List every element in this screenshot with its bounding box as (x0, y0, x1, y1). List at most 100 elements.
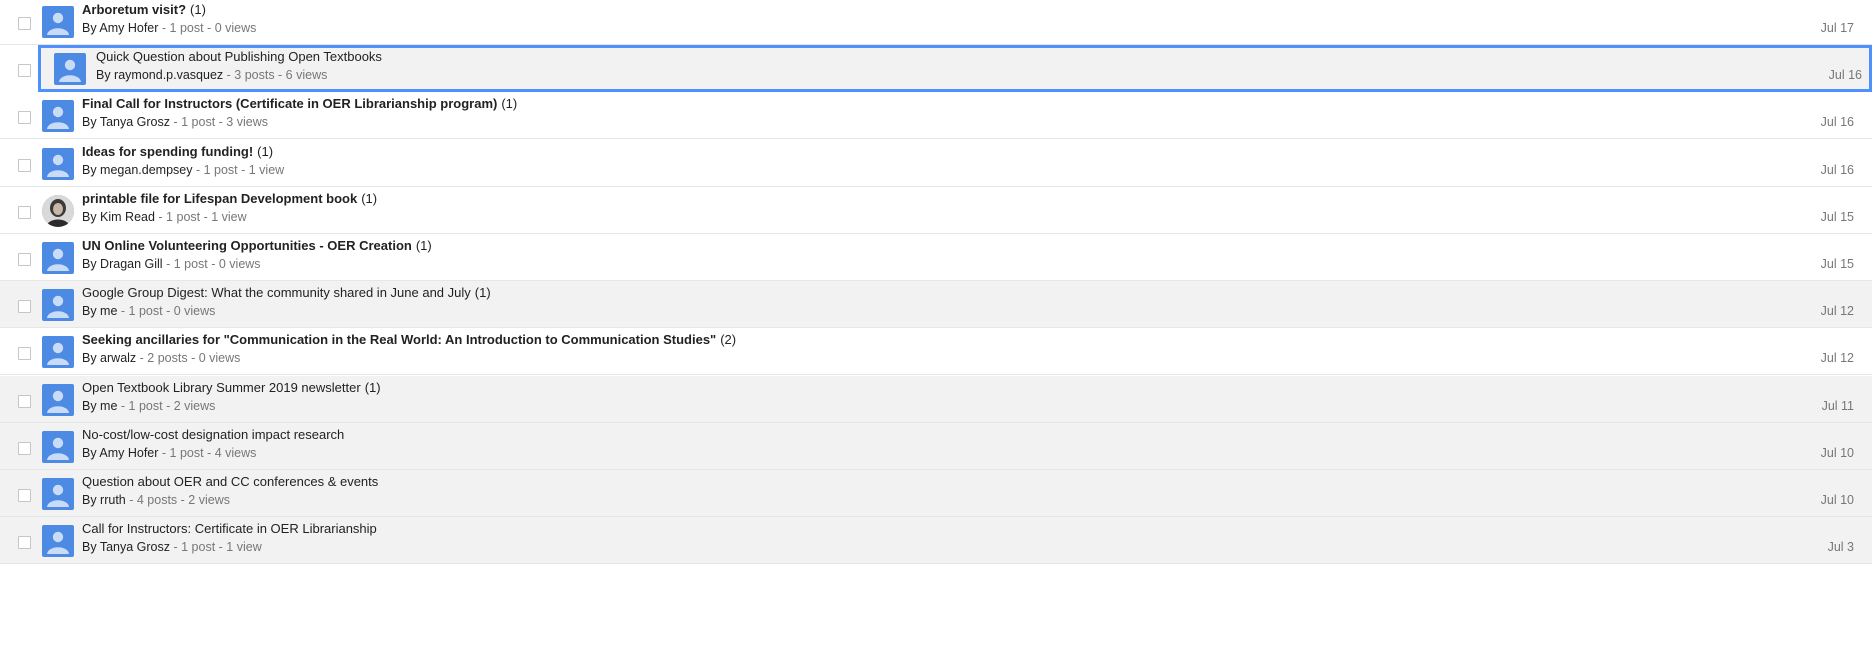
select-checkbox[interactable] (18, 489, 31, 502)
topic-title-link[interactable]: UN Online Volunteering Opportunities - O… (82, 238, 412, 253)
topic-row[interactable]: No-cost/low-cost designation impact rese… (0, 423, 1872, 470)
author-name: By Amy Hofer (82, 21, 159, 35)
topic-title-link[interactable]: Ideas for spending funding! (82, 144, 253, 159)
topic-title-link[interactable]: Seeking ancillaries for "Communication i… (82, 332, 716, 347)
topic-title-link[interactable]: Arboretum visit? (82, 2, 186, 17)
topic-meta: By raymond.p.vasquez - 3 posts - 6 views (96, 68, 327, 82)
author-name: By Kim Read (82, 210, 155, 224)
default-person-icon (42, 478, 74, 510)
topic-date: Jul 3 (1827, 540, 1854, 554)
topic-row[interactable]: Question about OER and CC conferences & … (0, 470, 1872, 517)
topic-meta: By me - 1 post - 0 views (82, 304, 215, 318)
author-name: By me (82, 304, 118, 318)
select-checkbox[interactable] (18, 300, 31, 313)
post-view-stats: - 1 post - 1 view (154, 210, 247, 224)
unread-count: (1) (474, 285, 491, 300)
topic-row[interactable]: Open Textbook Library Summer 2019 newsle… (0, 376, 1872, 423)
default-person-icon (42, 384, 74, 416)
topic-line: Question about OER and CC conferences & … (82, 474, 378, 489)
user-photo-icon (42, 195, 74, 227)
select-checkbox[interactable] (18, 111, 31, 124)
unread-count: (1) (190, 2, 206, 17)
topic-row[interactable]: Quick Question about Publishing Open Tex… (18, 45, 1872, 92)
default-person-icon (42, 431, 74, 463)
topic-line: No-cost/low-cost designation impact rese… (82, 427, 344, 442)
topic-row[interactable]: Call for Instructors: Certificate in OER… (0, 517, 1872, 564)
default-person-icon (42, 525, 74, 557)
default-person-icon (42, 6, 74, 38)
topic-date: Jul 11 (1821, 399, 1854, 413)
topic-line: printable file for Lifespan Development … (82, 191, 377, 206)
topic-row[interactable]: Seeking ancillaries for "Communication i… (0, 328, 1872, 375)
default-person-icon (42, 336, 74, 368)
topic-title-link[interactable]: Question about OER and CC conferences & … (82, 474, 378, 489)
select-checkbox[interactable] (18, 442, 31, 455)
post-view-stats: - 2 posts - 0 views (136, 351, 241, 365)
topic-line: Seeking ancillaries for "Communication i… (82, 332, 736, 347)
topic-row[interactable]: UN Online Volunteering Opportunities - O… (0, 234, 1872, 281)
topic-meta: By Tanya Grosz - 1 post - 3 views (82, 115, 268, 129)
unread-count: (1) (361, 191, 378, 206)
topic-line: Arboretum visit? (1) (82, 2, 206, 17)
select-checkbox[interactable] (18, 347, 31, 360)
topic-row[interactable]: Final Call for Instructors (Certificate … (0, 92, 1872, 139)
topic-date: Jul 16 (1820, 115, 1854, 129)
topic-list: Arboretum visit? (1) By Amy Hofer - 1 post… (0, 0, 1872, 660)
topic-title-link[interactable]: No-cost/low-cost designation impact rese… (82, 427, 344, 442)
topic-title-link[interactable]: Final Call for Instructors (Certificate … (82, 96, 497, 111)
default-person-icon (42, 148, 74, 180)
topic-title-link[interactable]: Google Group Digest: What the community … (82, 285, 471, 300)
topic-line: Final Call for Instructors (Certificate … (82, 96, 517, 111)
topic-meta: By Amy Hofer - 1 post - 0 views (82, 21, 256, 35)
author-name: By megan.dempsey (82, 163, 193, 177)
topic-row[interactable]: Ideas for spending funding! (1) By megan.d… (0, 140, 1872, 187)
topic-line: Call for Instructors: Certificate in OER… (82, 521, 377, 536)
author-name: By Dragan Gill (82, 257, 163, 271)
post-view-stats: - 1 post - 3 views (170, 115, 268, 129)
unread-count: (1) (364, 380, 381, 395)
post-view-stats: - 1 post - 4 views (158, 446, 257, 460)
post-view-stats: - 1 post - 1 view (170, 540, 262, 554)
topic-meta: By rruth - 4 posts - 2 views (82, 493, 230, 507)
topic-date: Jul 12 (1820, 304, 1854, 318)
post-view-stats: - 3 posts - 6 views (223, 68, 328, 82)
author-name: By raymond.p.vasquez (96, 68, 224, 82)
topic-row[interactable]: printable file for Lifespan Development … (0, 187, 1872, 234)
author-name: By Amy Hofer (82, 446, 159, 460)
select-checkbox[interactable] (18, 253, 31, 266)
topic-title-link[interactable]: printable file for Lifespan Development … (82, 191, 357, 206)
topic-date: Jul 16 (1820, 163, 1854, 177)
topic-line: Quick Question about Publishing Open Tex… (96, 49, 382, 64)
unread-count: (2) (720, 332, 737, 347)
topic-row[interactable]: Google Group Digest: What the community … (0, 281, 1872, 328)
topic-date: Jul 17 (1820, 21, 1854, 35)
topic-title-link[interactable]: Open Textbook Library Summer 2019 newsle… (82, 380, 361, 395)
select-checkbox[interactable] (18, 17, 31, 30)
topic-meta: By arwalz - 2 posts - 0 views (82, 351, 240, 365)
select-checkbox[interactable] (18, 159, 31, 172)
post-view-stats: - 1 post - 2 views (117, 399, 216, 413)
topic-row[interactable]: Arboretum visit? (1) By Amy Hofer - 1 post… (0, 0, 1872, 45)
author-name: By me (82, 399, 118, 413)
author-name: By arwalz (82, 351, 137, 365)
unread-count: (1) (415, 238, 432, 253)
topic-title-link[interactable]: Call for Instructors: Certificate in OER… (82, 521, 377, 536)
topic-date: Jul 12 (1820, 351, 1854, 365)
default-person-icon (42, 289, 74, 321)
select-checkbox[interactable] (18, 536, 31, 549)
topic-date: Jul 10 (1820, 446, 1854, 460)
topic-meta: By Tanya Grosz - 1 post - 1 view (82, 540, 262, 554)
post-view-stats: - 4 posts - 2 views (125, 493, 230, 507)
select-checkbox[interactable] (18, 395, 31, 408)
select-checkbox[interactable] (18, 206, 31, 219)
topic-line: Ideas for spending funding! (1) (82, 144, 273, 159)
topic-line: Open Textbook Library Summer 2019 newsle… (82, 380, 381, 395)
topic-title-link[interactable]: Quick Question about Publishing Open Tex… (96, 49, 382, 64)
post-view-stats: - 1 post - 0 views (117, 304, 216, 318)
topic-date: Jul 10 (1820, 493, 1854, 507)
select-checkbox[interactable] (18, 64, 31, 77)
default-person-icon (42, 242, 74, 274)
default-person-icon (42, 100, 74, 132)
topic-line: UN Online Volunteering Opportunities - O… (82, 238, 432, 253)
topic-meta: By Amy Hofer - 1 post - 4 views (82, 446, 256, 460)
